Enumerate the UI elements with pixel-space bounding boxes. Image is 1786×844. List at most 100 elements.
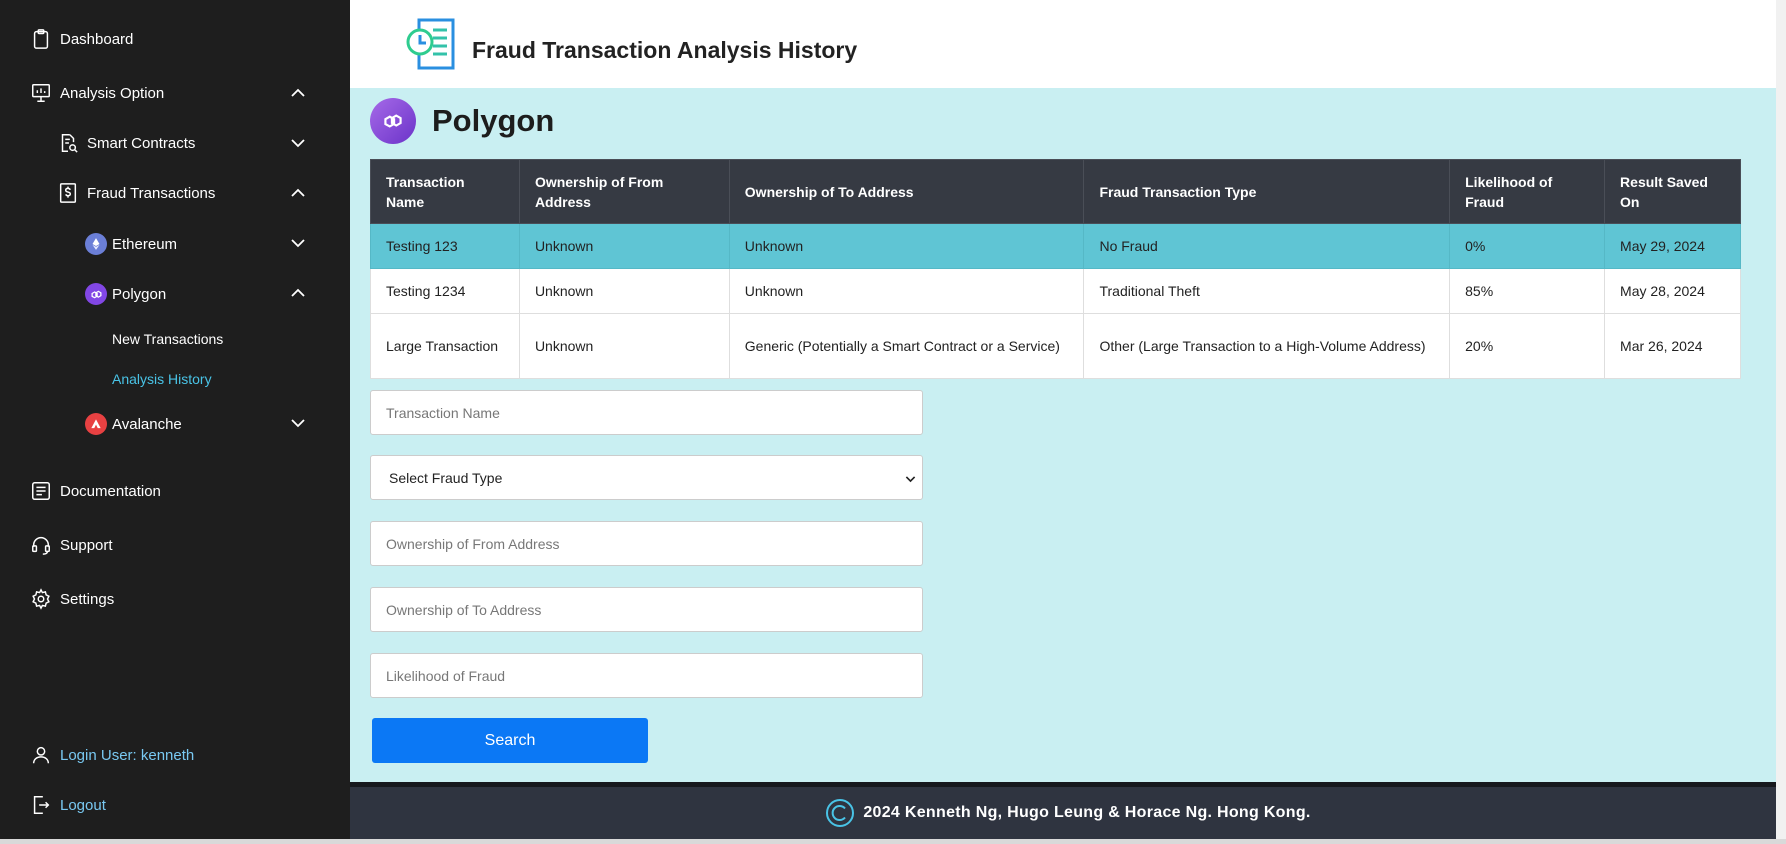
- transaction-name-input[interactable]: Transaction Name: [370, 390, 923, 435]
- table-cell: Unknown: [728, 223, 1085, 269]
- table-cell: May 29, 2024: [1604, 223, 1741, 269]
- chevron-down-icon[interactable]: [288, 416, 308, 430]
- fraud-type-selected: Select Fraud Type: [389, 469, 503, 486]
- to-address-placeholder: Ownership of To Address: [386, 601, 542, 618]
- nav-fraud-transactions-label: Fraud Transactions: [87, 184, 216, 202]
- main-area: Fraud Transaction Analysis History Polyg…: [350, 0, 1786, 844]
- table-cell: Large Transaction: [370, 313, 520, 379]
- nav-smart-contracts-label: Smart Contracts: [87, 134, 196, 152]
- user-icon: [30, 744, 52, 766]
- document-search-icon: [57, 132, 79, 154]
- sidebar: Dashboard Analysis Option Smart Contract…: [0, 0, 350, 844]
- chevron-down-icon[interactable]: [288, 136, 308, 150]
- search-button-label: Search: [484, 731, 536, 749]
- table-cell: Traditional Theft: [1083, 268, 1451, 314]
- bottom-strip: [0, 839, 1786, 844]
- transaction-name-placeholder: Transaction Name: [386, 404, 500, 421]
- nav-polygon[interactable]: Polygon: [85, 283, 166, 305]
- analysis-history-logo-icon: [405, 18, 457, 70]
- page-title: Fraud Transaction Analysis History: [472, 37, 858, 63]
- nav-smart-contracts[interactable]: Smart Contracts: [57, 132, 195, 154]
- column-header[interactable]: Ownership of From Address: [518, 159, 730, 224]
- nav-analysis-option-label: Analysis Option: [60, 84, 165, 102]
- nav-ethereum[interactable]: Ethereum: [85, 233, 177, 255]
- copyright-icon: [825, 798, 855, 828]
- column-header[interactable]: Transaction Name: [370, 159, 520, 224]
- column-header[interactable]: Ownership of To Address: [728, 159, 1085, 224]
- nav-avalanche-label: Avalanche: [112, 415, 182, 433]
- chevron-down-icon[interactable]: [288, 236, 308, 250]
- history-table: Transaction Name Ownership of From Addre…: [370, 159, 1741, 379]
- chevron-up-icon[interactable]: [288, 286, 308, 300]
- table-header-row: Transaction Name Ownership of From Addre…: [370, 159, 1741, 224]
- footer-text: 2024 Kenneth Ng, Hugo Leung & Horace Ng.…: [863, 804, 1311, 821]
- from-address-input[interactable]: Ownership of From Address: [370, 521, 923, 566]
- table-cell: Testing 123: [370, 223, 520, 269]
- presentation-chart-icon: [30, 82, 52, 104]
- polygon-icon: [370, 98, 416, 144]
- chevron-up-icon[interactable]: [288, 86, 308, 100]
- nav-documentation-label: Documentation: [60, 482, 161, 500]
- table-row[interactable]: Testing 1234 Unknown Unknown Traditional…: [370, 268, 1741, 314]
- scrollbar[interactable]: [1776, 0, 1786, 844]
- nav-support[interactable]: Support: [30, 534, 113, 556]
- column-header[interactable]: Likelihood of Fraud: [1449, 159, 1606, 224]
- nav-polygon-label: Polygon: [112, 285, 167, 303]
- table-cell: Unknown: [728, 268, 1085, 314]
- table-cell: Mar 26, 2024: [1604, 313, 1741, 379]
- table-cell: Unknown: [518, 313, 730, 379]
- table-cell: Testing 1234: [370, 268, 520, 314]
- content-area: Polygon Transaction Name Ownership of Fr…: [350, 88, 1786, 782]
- table-cell: Unknown: [518, 268, 730, 314]
- table-row[interactable]: Large Transaction Unknown Generic (Poten…: [370, 313, 1741, 379]
- headset-icon: [30, 534, 52, 556]
- table-cell: May 28, 2024: [1604, 268, 1741, 314]
- nav-fraud-transactions[interactable]: Fraud Transactions: [57, 182, 215, 204]
- sub-link-analysis-history[interactable]: Analysis History: [112, 371, 212, 387]
- dollar-document-icon: [57, 182, 79, 204]
- page-header: Fraud Transaction Analysis History: [350, 0, 1786, 88]
- column-header[interactable]: Fraud Transaction Type: [1083, 159, 1451, 224]
- table-cell: 0%: [1449, 223, 1606, 269]
- logout-link[interactable]: Logout: [30, 794, 106, 816]
- login-user[interactable]: Login User: kenneth: [30, 744, 194, 766]
- nav-dashboard-label: Dashboard: [60, 30, 134, 48]
- nav-documentation[interactable]: Documentation: [30, 480, 161, 502]
- fraud-type-select[interactable]: Select Fraud Type: [370, 455, 923, 500]
- table-cell: Unknown: [518, 223, 730, 269]
- to-address-input[interactable]: Ownership of To Address: [370, 587, 923, 632]
- table-cell: 85%: [1449, 268, 1606, 314]
- table-cell: 20%: [1449, 313, 1606, 379]
- nav-settings-label: Settings: [60, 590, 115, 608]
- avalanche-icon: [85, 413, 107, 435]
- polygon-icon: [85, 283, 107, 305]
- table-cell: Generic (Potentially a Smart Contract or…: [728, 313, 1085, 379]
- document-icon: [30, 480, 52, 502]
- footer: 2024 Kenneth Ng, Hugo Leung & Horace Ng.…: [350, 787, 1786, 839]
- nav-ethereum-label: Ethereum: [112, 235, 178, 253]
- nav-dashboard[interactable]: Dashboard: [30, 28, 133, 50]
- table-cell: Other (Large Transaction to a High-Volum…: [1083, 313, 1451, 379]
- nav-settings[interactable]: Settings: [30, 588, 114, 610]
- likelihood-placeholder: Likelihood of Fraud: [386, 667, 506, 684]
- nav-support-label: Support: [60, 536, 113, 554]
- search-button[interactable]: Search: [372, 718, 648, 763]
- login-user-label: Login User: kenneth: [60, 746, 195, 764]
- chevron-up-icon[interactable]: [288, 186, 308, 200]
- nav-analysis-option[interactable]: Analysis Option: [30, 82, 164, 104]
- ethereum-icon: [85, 233, 107, 255]
- logout-label: Logout: [60, 796, 106, 814]
- sub-link-new-transactions[interactable]: New Transactions: [112, 331, 223, 347]
- chain-name: Polygon: [432, 103, 555, 138]
- gear-icon: [30, 588, 52, 610]
- column-header[interactable]: Result Saved On: [1604, 159, 1741, 224]
- from-address-placeholder: Ownership of From Address: [386, 535, 560, 552]
- chain-heading: Polygon: [370, 98, 554, 144]
- logout-icon: [30, 794, 52, 816]
- table-cell: No Fraud: [1083, 223, 1451, 269]
- table-row[interactable]: Testing 123 Unknown Unknown No Fraud 0% …: [370, 223, 1741, 269]
- clipboard-icon: [30, 28, 52, 50]
- likelihood-input[interactable]: Likelihood of Fraud: [370, 653, 923, 698]
- chevron-down-icon: [905, 470, 916, 486]
- nav-avalanche[interactable]: Avalanche: [85, 413, 182, 435]
